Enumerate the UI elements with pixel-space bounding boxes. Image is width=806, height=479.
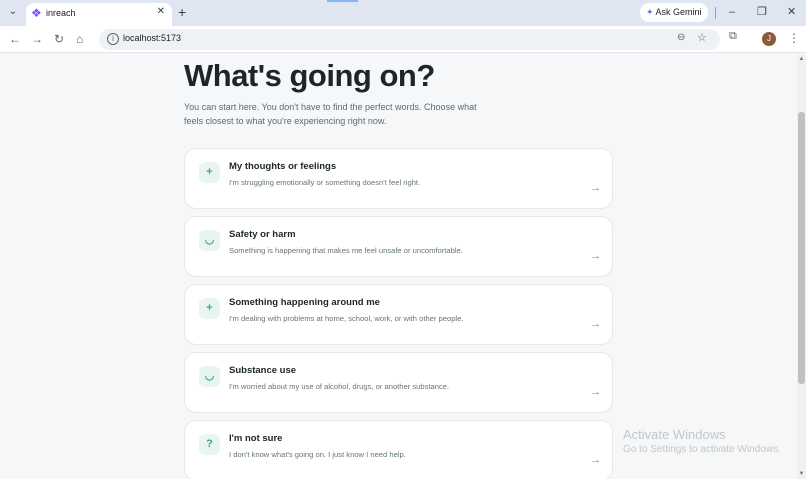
- scroll-up-icon[interactable]: ▲: [797, 56, 806, 62]
- scroll-thumb[interactable]: [798, 112, 805, 384]
- bookmark-star-icon[interactable]: ☆: [697, 31, 707, 44]
- address-bar[interactable]: i localhost:5173 ⊖ ☆: [99, 29, 720, 50]
- reload-icon[interactable]: ↻: [54, 31, 64, 47]
- arrow-right-icon: →: [590, 250, 601, 262]
- card-description: I'm worried about my use of alcohol, dru…: [229, 382, 450, 391]
- card-title: My thoughts or feelings: [229, 161, 337, 172]
- forward-icon[interactable]: →: [31, 31, 43, 47]
- option-card-thoughts-feelings[interactable]: + My thoughts or feelings I'm struggling…: [184, 148, 613, 209]
- arrow-right-icon: →: [590, 182, 601, 194]
- close-window-icon[interactable]: ✕: [787, 5, 796, 19]
- ask-gemini-button[interactable]: ✦ Ask Gemini: [640, 3, 708, 22]
- shield-icon: ◡: [199, 230, 220, 251]
- option-card-not-sure[interactable]: ? I'm not sure I don't know what's going…: [184, 420, 613, 479]
- back-icon[interactable]: ←: [9, 31, 21, 47]
- page-title: What's going on?: [184, 58, 435, 93]
- question-icon: ?: [199, 434, 220, 455]
- zoom-icon[interactable]: ⊖: [677, 32, 685, 43]
- browser-toolbar: ← → ↻ ⌂ i localhost:5173 ⊖ ☆: [0, 26, 806, 53]
- tab-close-icon[interactable]: ✕: [157, 6, 165, 17]
- tab-drag-indicator: [327, 0, 358, 2]
- page-viewport: What's going on? You can start here. You…: [0, 54, 797, 479]
- address-url[interactable]: localhost:5173: [123, 33, 181, 43]
- profile-avatar[interactable]: J: [762, 32, 776, 46]
- activate-windows-title: Activate Windows: [623, 427, 726, 442]
- card-title: I'm not sure: [229, 433, 283, 444]
- arrow-right-icon: →: [590, 454, 601, 466]
- gemini-star-icon: ✦: [646, 7, 654, 17]
- minimize-icon[interactable]: –: [729, 5, 735, 19]
- arrow-right-icon: →: [590, 318, 601, 330]
- toolbar-divider: [715, 7, 716, 19]
- extensions-icon[interactable]: ⧉: [729, 30, 737, 43]
- plus-icon: +: [199, 298, 220, 319]
- favicon-icon: ❖: [31, 6, 42, 20]
- scroll-down-icon[interactable]: ▼: [797, 471, 806, 477]
- new-tab-icon[interactable]: +: [178, 4, 186, 20]
- ask-gemini-label: Ask Gemini: [655, 7, 702, 17]
- tab-title: inreach: [46, 8, 76, 18]
- tab-search-icon[interactable]: ⌄: [6, 4, 20, 20]
- site-info-icon[interactable]: i: [107, 33, 119, 45]
- option-card-substance-use[interactable]: ◡ Substance use I'm worried about my use…: [184, 352, 613, 413]
- card-description: Something is happening that makes me fee…: [229, 246, 463, 255]
- tab-strip: ⌄ ❖ inreach ✕ + ✦ Ask Gemini – ❐ ✕: [0, 0, 806, 26]
- restore-icon[interactable]: ❐: [757, 5, 767, 19]
- card-description: I don't know what's going on. I just kno…: [229, 450, 406, 459]
- home-icon[interactable]: ⌂: [76, 31, 83, 47]
- option-card-around-me[interactable]: + Something happening around me I'm deal…: [184, 284, 613, 345]
- page-scrollbar[interactable]: ▲ ▼: [797, 54, 806, 479]
- browser-menu-icon[interactable]: ⋮: [788, 31, 800, 45]
- arrow-right-icon: →: [590, 386, 601, 398]
- intro-text: You can start here. You don't have to fi…: [184, 102, 477, 126]
- option-card-safety-harm[interactable]: ◡ Safety or harm Something is happening …: [184, 216, 613, 277]
- plus-icon: +: [199, 162, 220, 183]
- card-title: Something happening around me: [229, 297, 380, 308]
- tab-inreach[interactable]: ❖ inreach ✕: [26, 3, 172, 26]
- activate-windows-subtitle: Go to Settings to activate Windows.: [623, 444, 781, 455]
- card-description: I'm struggling emotionally or something …: [229, 178, 421, 187]
- card-title: Substance use: [229, 365, 297, 376]
- card-description: I'm dealing with problems at home, schoo…: [229, 314, 464, 323]
- shield-icon: ◡: [199, 366, 220, 387]
- card-title: Safety or harm: [229, 229, 296, 240]
